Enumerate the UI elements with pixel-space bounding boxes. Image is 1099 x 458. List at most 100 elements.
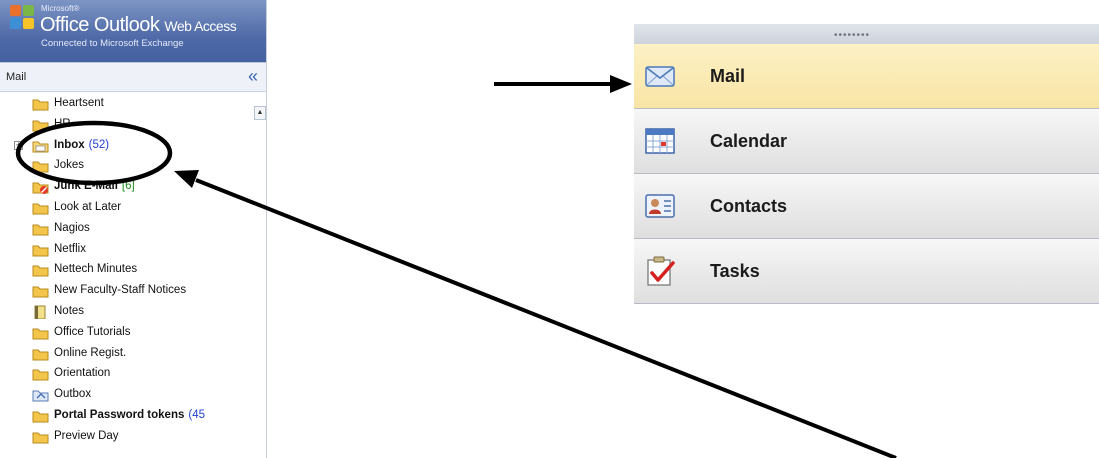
folder-item[interactable]: HR: [0, 115, 256, 136]
calendar-icon: [645, 128, 675, 154]
nav-calendar-button[interactable]: Calendar: [634, 109, 1099, 174]
nav-tasks-button[interactable]: Tasks: [634, 239, 1099, 304]
folder-label: Preview Day: [54, 430, 119, 442]
folder-item[interactable]: New Faculty-Staff Notices: [0, 281, 256, 302]
scroll-up-arrow-icon[interactable]: ▲: [254, 106, 266, 120]
folder-label: Office Tutorials: [54, 326, 131, 338]
mail-envelope-icon: [645, 66, 675, 87]
nav-contacts-label: Contacts: [710, 196, 788, 216]
nav-calendar-label: Calendar: [710, 131, 788, 151]
pane-resize-bar[interactable]: ••••••••: [634, 24, 1099, 45]
office-logo-icon: [10, 5, 36, 31]
folder-item[interactable]: Notes: [0, 302, 256, 323]
folder-label: Online Regist.: [54, 347, 126, 359]
mail-section-title: Mail: [6, 71, 27, 83]
unread-count-badge: (52): [88, 138, 110, 151]
folder-icon: [32, 328, 49, 340]
folder-name: Notes: [54, 305, 85, 317]
unread-count-badge: [6]: [121, 180, 135, 193]
folder-label: Nagios: [54, 222, 90, 234]
folder-name: Orientation: [54, 367, 111, 380]
folder-item[interactable]: Nagios: [0, 219, 256, 240]
folder-icon: [32, 120, 49, 132]
folder-name: Preview Day: [54, 429, 119, 442]
folder-name: Jokes: [54, 159, 85, 172]
folder-item[interactable]: Nettech Minutes: [0, 260, 256, 281]
product-suffix: Web Access: [164, 18, 237, 34]
folder-name: Portal Password tokens: [54, 409, 185, 421]
folder-label: Inbox (52): [54, 139, 109, 151]
inbox-folder-icon: [32, 141, 49, 153]
folder-icon: [32, 245, 49, 257]
owa-folder-panel: Microsoft® Office Outlook Web Access Con…: [0, 0, 267, 458]
folder-icon: [32, 286, 49, 298]
folder-icon: [32, 369, 49, 381]
folder-label: Outbox: [54, 388, 91, 400]
folder-item[interactable]: Look at Later: [0, 198, 256, 219]
nav-mail-button[interactable]: Mail: [634, 44, 1099, 109]
folder-name: Outbox: [54, 388, 92, 401]
unread-count-badge: (45: [188, 409, 205, 421]
folder-icon: [32, 349, 49, 361]
folder-icon: [32, 265, 49, 277]
folder-item[interactable]: Heartsent: [0, 94, 256, 115]
arrow-to-mail-icon: [494, 75, 632, 93]
grip-handle-icon[interactable]: ••••••••: [834, 30, 870, 41]
folder-label: Portal Password tokens (45: [54, 409, 205, 421]
tasks-checklist-icon: [647, 256, 675, 286]
folder-name: Junk E-Mail: [54, 180, 118, 193]
mail-header-bar: Mail «: [0, 62, 266, 92]
folder-name: Netflix: [54, 242, 86, 255]
nav-tasks-label: Tasks: [710, 261, 760, 281]
folder-item[interactable]: Outbox: [0, 385, 256, 406]
expand-plus-icon[interactable]: +: [14, 140, 23, 150]
collapse-pane-button[interactable]: «: [248, 66, 258, 86]
folder-label: Nettech Minutes: [54, 263, 137, 275]
owa-header: Microsoft® Office Outlook Web Access Con…: [0, 0, 266, 62]
outbox-icon: [32, 390, 49, 402]
connection-subtitle: Connected to Microsoft Exchange: [41, 38, 184, 49]
folder-item[interactable]: Portal Password tokens (45: [0, 406, 256, 427]
folder-icon: [32, 203, 49, 215]
junk-folder-icon: [32, 182, 49, 195]
notes-icon: [34, 305, 46, 319]
folder-name: Inbox: [54, 138, 85, 151]
folder-label: HR: [54, 118, 71, 130]
folder-label: Heartsent: [54, 97, 104, 109]
folder-name: Look at Later: [54, 201, 122, 213]
folder-icon: [32, 411, 49, 423]
nav-mail-label: Mail: [710, 66, 746, 86]
folder-label: Orientation: [54, 367, 110, 379]
folder-name: Office Tutorials: [54, 325, 131, 338]
folder-item[interactable]: Junk E-Mail [6]: [0, 177, 256, 198]
folder-name: Nagios: [54, 221, 90, 234]
folder-label: Notes: [54, 305, 84, 317]
folder-label: Look at Later: [54, 201, 121, 213]
folder-icon: [32, 432, 49, 444]
folder-item[interactable]: Preview Day: [0, 427, 256, 448]
folder-icon: [32, 99, 49, 111]
folder-label: Netflix: [54, 243, 86, 255]
folder-label: New Faculty-Staff Notices: [54, 284, 186, 296]
folder-item[interactable]: Jokes: [0, 156, 256, 177]
nav-contacts-button[interactable]: Contacts: [634, 174, 1099, 239]
folder-name: New Faculty-Staff Notices: [54, 284, 187, 297]
folder-name: Online Regist.: [54, 346, 127, 359]
folder-name: Heartsent: [54, 97, 104, 109]
folder-item[interactable]: + Inbox (52): [0, 136, 256, 157]
navigation-pane: •••••••• Mail Calendar Contacts Tasks: [634, 24, 1099, 306]
folder-label: Jokes: [54, 159, 84, 171]
folder-name: Nettech Minutes: [54, 263, 138, 276]
microsoft-label: Microsoft®: [41, 4, 80, 13]
folder-label: Junk E-Mail [6]: [54, 180, 135, 192]
folder-item[interactable]: Office Tutorials: [0, 323, 256, 344]
folder-icon: [32, 161, 49, 173]
product-title: Office Outlook Web Access: [40, 14, 237, 37]
folder-item[interactable]: Orientation: [0, 364, 256, 385]
folder-icon: [32, 224, 49, 236]
folder-item[interactable]: Netflix: [0, 240, 256, 261]
folder-name: HR: [54, 117, 71, 130]
contacts-card-icon: [645, 194, 675, 218]
product-main: Office Outlook: [40, 14, 160, 36]
folder-item[interactable]: Online Regist.: [0, 344, 256, 365]
